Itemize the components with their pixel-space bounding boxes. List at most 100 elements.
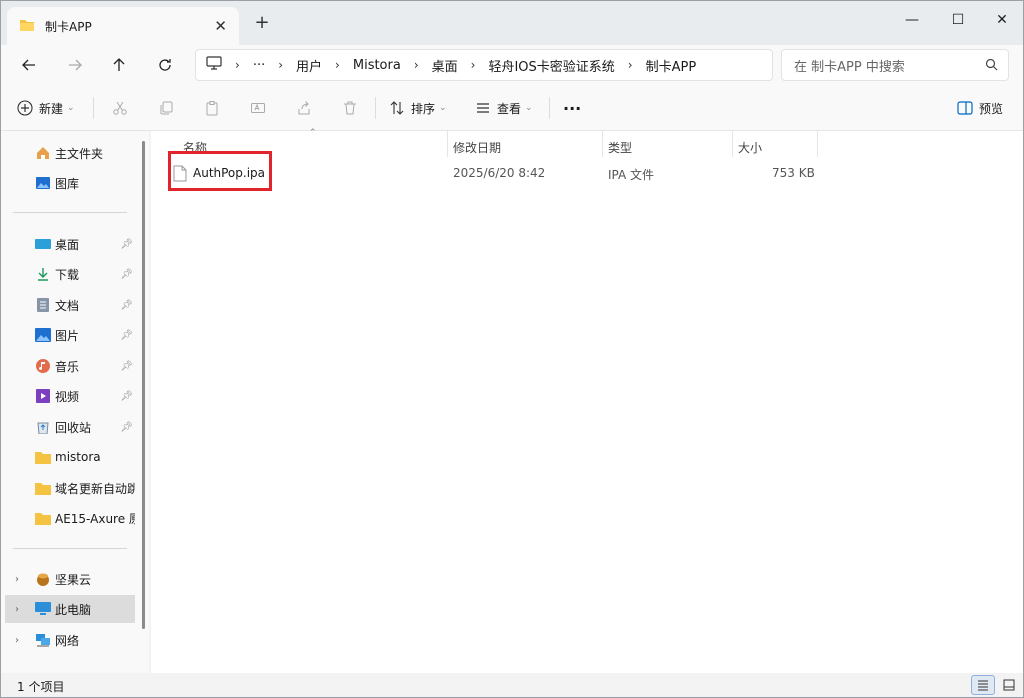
sidebar-item-label: 音乐 bbox=[55, 359, 80, 374]
back-button[interactable] bbox=[15, 51, 43, 79]
minimize-button[interactable]: — bbox=[889, 5, 935, 35]
column-header-type[interactable]: 类型 bbox=[608, 135, 632, 159]
computer-icon[interactable] bbox=[206, 56, 222, 74]
tiles-view-button[interactable] bbox=[997, 675, 1021, 695]
file-explorer-window: 制卡APP ✕ + — ☐ ✕ › ··· › 用户 › Mistora › 桌… bbox=[0, 0, 1024, 698]
chevron-right-icon[interactable]: › bbox=[15, 604, 19, 615]
sidebar-item-desktop[interactable]: 桌面 📌︎ bbox=[1, 230, 135, 258]
search-icon bbox=[985, 58, 998, 75]
address-bar-row: › ··· › 用户 › Mistora › 桌面 › 轻舟IOS卡密验证系统 … bbox=[1, 45, 1023, 85]
maximize-button[interactable]: ☐ bbox=[935, 5, 981, 35]
new-button[interactable]: 新建 ⌄ bbox=[17, 94, 75, 122]
chevron-right-icon[interactable]: › bbox=[628, 58, 633, 72]
folder-icon bbox=[19, 18, 35, 35]
breadcrumb-item-mistora[interactable]: Mistora bbox=[353, 58, 401, 73]
sidebar-item-this-pc[interactable]: › 此电脑 bbox=[5, 595, 135, 623]
sidebar-item-gallery[interactable]: 图库 bbox=[1, 169, 135, 197]
breadcrumb[interactable]: › ··· › 用户 › Mistora › 桌面 › 轻舟IOS卡密验证系统 … bbox=[195, 49, 773, 81]
rename-button[interactable] bbox=[243, 94, 273, 122]
chevron-down-icon: ⌄ bbox=[67, 103, 75, 113]
more-options-button[interactable]: ··· bbox=[563, 94, 581, 122]
divider bbox=[13, 212, 127, 213]
chevron-right-icon[interactable]: › bbox=[414, 58, 419, 72]
sidebar-item-label: mistora bbox=[55, 450, 101, 464]
up-button[interactable] bbox=[105, 51, 133, 79]
column-divider[interactable] bbox=[732, 131, 733, 157]
pin-icon[interactable]: 📌︎ bbox=[120, 391, 133, 402]
sidebar-item-downloads[interactable]: 下载 📌︎ bbox=[1, 260, 135, 288]
sidebar-item-home[interactable]: 主文件夹 bbox=[1, 139, 135, 167]
chevron-right-icon[interactable]: › bbox=[335, 58, 340, 72]
sidebar-item-folder-ae15[interactable]: AE15-Axure 原型 bbox=[1, 504, 135, 532]
plus-circle-icon bbox=[17, 100, 33, 116]
sidebar-item-label: 主文件夹 bbox=[55, 146, 104, 161]
forward-button[interactable] bbox=[61, 51, 89, 79]
chevron-right-icon[interactable]: › bbox=[235, 58, 240, 72]
chevron-right-icon[interactable]: › bbox=[15, 574, 19, 585]
refresh-button[interactable] bbox=[151, 51, 179, 79]
sidebar-item-documents[interactable]: 文档 📌︎ bbox=[1, 291, 135, 319]
pin-icon[interactable]: 📌︎ bbox=[120, 269, 133, 280]
file-list-pane: ⌃ 名称 修改日期 类型 大小 AuthPop.ipa 2025/6/20 8:… bbox=[151, 128, 1023, 673]
view-list-icon bbox=[477, 103, 489, 113]
pin-icon[interactable]: 📌︎ bbox=[120, 330, 133, 341]
details-view-icon bbox=[978, 680, 988, 691]
sidebar-item-nutstore[interactable]: › 坚果云 bbox=[1, 565, 135, 593]
search-placeholder: 在 制卡APP 中搜索 bbox=[794, 59, 905, 75]
file-size: 753 KB bbox=[772, 166, 815, 180]
breadcrumb-item-users[interactable]: 用户 bbox=[296, 56, 322, 75]
pictures-icon bbox=[35, 327, 51, 343]
pin-icon[interactable]: 📌︎ bbox=[120, 422, 133, 433]
copy-button[interactable] bbox=[151, 94, 181, 122]
folder-icon bbox=[35, 510, 51, 526]
view-button[interactable]: 查看 ⌄ bbox=[475, 94, 533, 122]
column-divider[interactable] bbox=[817, 131, 818, 157]
sidebar-item-label: 图片 bbox=[55, 328, 80, 343]
share-button[interactable] bbox=[289, 94, 319, 122]
sidebar-item-pictures[interactable]: 图片 📌︎ bbox=[1, 321, 135, 349]
trash-icon bbox=[344, 101, 356, 115]
annotation-highlight-box bbox=[168, 151, 272, 191]
column-header-size[interactable]: 大小 bbox=[738, 135, 762, 159]
pin-icon[interactable]: 📌︎ bbox=[120, 300, 133, 311]
column-divider[interactable] bbox=[447, 131, 448, 157]
sort-button[interactable]: 排序 ⌄ bbox=[389, 94, 447, 122]
search-input[interactable]: 在 制卡APP 中搜索 bbox=[781, 49, 1009, 81]
chevron-right-icon[interactable]: › bbox=[15, 635, 19, 646]
pin-icon[interactable]: 📌︎ bbox=[120, 239, 133, 250]
sidebar-item-music[interactable]: 音乐 📌︎ bbox=[1, 352, 135, 380]
breadcrumb-more[interactable]: ··· bbox=[253, 58, 265, 73]
home-icon bbox=[35, 145, 51, 161]
sidebar-item-label: 坚果云 bbox=[55, 572, 92, 587]
close-window-button[interactable]: ✕ bbox=[979, 5, 1024, 35]
column-header-date[interactable]: 修改日期 bbox=[453, 135, 501, 159]
preview-pane-button[interactable]: 预览 bbox=[957, 94, 1003, 122]
sidebar-item-recycle-bin[interactable]: 回收站 📌︎ bbox=[1, 413, 135, 441]
desktop-icon bbox=[35, 236, 51, 252]
sidebar-item-label: 图库 bbox=[55, 176, 80, 191]
tab-current[interactable]: 制卡APP ✕ bbox=[7, 7, 239, 45]
chevron-right-icon[interactable]: › bbox=[471, 58, 476, 72]
sidebar-item-label: 网络 bbox=[55, 633, 80, 648]
arrow-right-icon bbox=[69, 59, 82, 71]
view-label: 查看 bbox=[497, 101, 522, 116]
sidebar-item-folder-mistora[interactable]: mistora bbox=[1, 443, 135, 471]
sidebar-item-folder-domain[interactable]: 域名更新自动跳转 bbox=[1, 474, 135, 502]
sort-ascending-icon: ⌃ bbox=[309, 128, 317, 138]
breadcrumb-item-project[interactable]: 轻舟IOS卡密验证系统 bbox=[488, 56, 614, 75]
chevron-right-icon[interactable]: › bbox=[278, 58, 283, 72]
new-tab-button[interactable]: + bbox=[251, 13, 273, 35]
breadcrumb-item-desktop[interactable]: 桌面 bbox=[432, 56, 458, 75]
column-divider[interactable] bbox=[602, 131, 603, 157]
delete-button[interactable] bbox=[335, 94, 365, 122]
breadcrumb-item-current[interactable]: 制卡APP bbox=[646, 56, 697, 75]
sidebar-item-network[interactable]: › 网络 bbox=[1, 626, 135, 654]
pin-icon[interactable]: 📌︎ bbox=[120, 361, 133, 372]
paste-button[interactable] bbox=[197, 94, 227, 122]
sidebar-item-videos[interactable]: 视频 📌︎ bbox=[1, 382, 135, 410]
cut-button[interactable] bbox=[105, 94, 135, 122]
tiles-view-icon bbox=[1003, 679, 1015, 691]
tab-close-icon[interactable]: ✕ bbox=[214, 17, 227, 35]
sidebar-scrollbar[interactable] bbox=[142, 141, 145, 629]
details-view-button[interactable] bbox=[971, 675, 995, 695]
